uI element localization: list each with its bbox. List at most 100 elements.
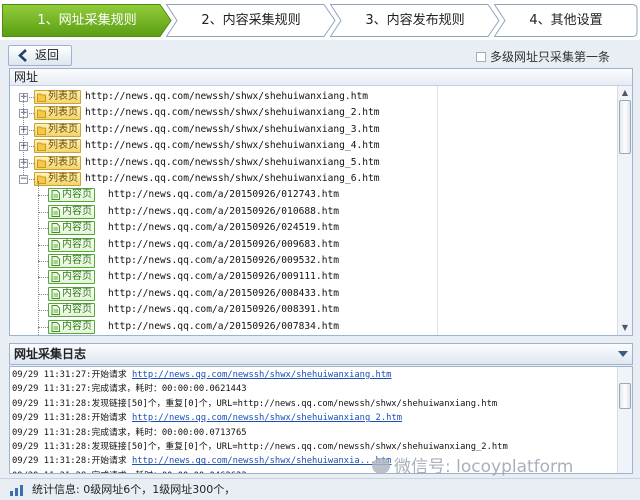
content-page-tag-label: 内容页 — [62, 287, 92, 299]
list-page-url: http://news.qq.com/newssh/shwx/shehuiwan… — [85, 140, 380, 152]
content-page-row[interactable]: 内容页 http://news.qq.com/a/20150926/012743.… — [10, 187, 435, 203]
log-text: 09/29 11:31:28:开始请求 — [12, 456, 132, 467]
url-tree: + 列表页 http://news.qq.com/newssh/shwx/shehu… — [10, 86, 618, 335]
document-icon — [51, 239, 60, 250]
watermark-text: 微信号: locoyplatform — [394, 457, 574, 477]
content-page-tag-label: 内容页 — [62, 255, 92, 266]
only-first-option[interactable]: 多级网址只采集第一条 — [475, 48, 610, 65]
folder-icon — [37, 126, 46, 135]
back-button-label: 返回 — [35, 48, 60, 62]
content-page-row[interactable]: 内容页 http://news.qq.com/a/20150926/007834.… — [10, 319, 435, 335]
log-line: 09/29 11:31:28:完成请求，耗时：00:00:00.0713765 — [12, 426, 247, 440]
content-page-tag: 内容页 — [48, 188, 95, 203]
log-panel-title: 网址采集日志 — [14, 347, 87, 361]
step-label: 4、其他设置 — [529, 13, 603, 28]
log-link[interactable]: http://news.qq.com/newssh/shwx/shehuiwan… — [132, 370, 392, 380]
content-page-tag: 内容页 — [48, 254, 95, 268]
list-page-url: http://news.qq.com/newssh/shwx/shehuiwan… — [85, 123, 380, 135]
log-text: 09/29 11:31:27:完成请求，耗时：00:00:00.0621443 — [12, 384, 247, 395]
log-link[interactable]: http://news.qq.com/newssh/shwx/shehuiwan… — [132, 456, 392, 466]
url-panel-header: 网址 — [10, 69, 632, 86]
step-other-settings[interactable]: 4、其他设置 — [494, 4, 638, 37]
collapse-toggle-icon[interactable]: − — [19, 175, 28, 184]
step-label: 2、内容采集规则 — [201, 13, 301, 28]
step-label: 1、网址采集规则 — [37, 13, 137, 28]
content-page-row[interactable]: 内容页 http://news.qq.com/a/20150926/024519.… — [10, 220, 435, 236]
log-line: 09/29 11:31:28:开始请求 http://news.qq.com/n… — [12, 411, 402, 425]
content-page-row[interactable]: 内容页 http://news.qq.com/a/20150926/008433.… — [10, 286, 435, 302]
document-icon — [51, 305, 60, 316]
document-icon — [51, 206, 60, 217]
tree-connector — [38, 181, 39, 335]
tree-connector — [38, 244, 48, 246]
content-page-row[interactable]: 内容页 http://news.qq.com/a/20150926/009532.… — [10, 253, 435, 269]
list-page-row[interactable]: + 列表页 http://news.qq.com/newssh/shwx/shehu… — [10, 89, 435, 105]
content-page-tag: 内容页 — [48, 237, 95, 252]
content-page-row[interactable]: 内容页 http://news.qq.com/a/20150926/008391.… — [10, 302, 435, 318]
content-page-row[interactable]: 内容页 http://news.qq.com/a/20150926/010688.… — [10, 204, 435, 220]
content-page-tag-label: 内容页 — [62, 222, 92, 234]
content-page-tag-label: 内容页 — [62, 238, 92, 250]
toolbar: 返回 多级网址只采集第一条 — [0, 42, 640, 68]
list-page-row[interactable]: − 列表页 http://news.qq.com/newssh/shwx/shehu… — [10, 171, 435, 187]
scroll-thumb[interactable] — [619, 383, 631, 409]
column-divider — [437, 86, 438, 335]
scroll-down-icon[interactable]: ▼ — [620, 323, 630, 333]
step-wizard: 1、网址采集规则 2、内容采集规则 3、内容发布规则 4、其他设置 — [0, 0, 640, 40]
list-page-row[interactable]: + 列表页 http://news.qq.com/newssh/shwx/shehu… — [10, 138, 435, 154]
content-page-tag-label: 内容页 — [62, 189, 92, 201]
folder-icon — [37, 93, 46, 102]
document-icon — [51, 272, 60, 283]
wechat-icon — [372, 458, 390, 474]
list-page-tag-label: 列表页 — [48, 123, 78, 135]
content-page-row[interactable]: 内容页 http://news.qq.com/a/20150926/009683.… — [10, 237, 435, 253]
step-publish-rules[interactable]: 3、内容发布规则 — [330, 4, 500, 37]
tree-connector — [38, 211, 48, 213]
log-link[interactable]: http://news.qq.com/newssh/shwx/shehuiwan… — [132, 413, 402, 423]
back-button[interactable]: 返回 — [8, 45, 72, 66]
list-page-row[interactable]: + 列表页 http://news.qq.com/newssh/shwx/shehu… — [10, 122, 435, 138]
log-text: 09/29 11:31:28:发现链接[50]个，重复[0]个，URL=http… — [12, 442, 508, 452]
scroll-up-icon[interactable]: ▲ — [620, 88, 630, 98]
url-tree-scrollbar[interactable]: ▲ ▼ — [617, 86, 632, 335]
only-first-checkbox[interactable] — [475, 52, 486, 62]
content-page-url: http://news.qq.com/a/20150926/024519.htm — [108, 222, 340, 234]
tree-connector — [38, 310, 48, 312]
step-url-rules[interactable]: 1、网址采集规则 — [2, 4, 172, 37]
content-page-url: http://news.qq.com/a/20150926/008391.htm — [108, 304, 340, 316]
list-page-tag-label: 列表页 — [48, 107, 78, 119]
content-page-tag: 内容页 — [48, 286, 95, 301]
list-page-url: http://news.qq.com/newssh/shwx/shehuiwan… — [85, 107, 380, 119]
document-icon — [51, 190, 60, 201]
document-icon — [51, 321, 60, 332]
tree-connector — [23, 93, 24, 175]
back-chevron-icon — [18, 49, 27, 62]
step-content-rules[interactable]: 2、内容采集规则 — [166, 4, 336, 37]
log-text: 09/29 11:31:28:完成请求，耗时：00:00:00.0713765 — [12, 427, 247, 438]
list-page-row[interactable]: + 列表页 http://news.qq.com/newssh/shwx/shehu… — [10, 105, 435, 121]
log-scrollbar[interactable] — [617, 367, 632, 473]
log-panel-header[interactable]: 网址采集日志 — [9, 343, 633, 365]
content-page-tag-label: 内容页 — [62, 304, 92, 316]
document-icon — [51, 256, 60, 266]
status-bar: 统计信息: 0级网址6个，1级网址300个， — [0, 478, 640, 500]
watermark: 微信号: locoyplatform — [372, 452, 573, 477]
content-page-row[interactable]: 内容页 http://news.qq.com/a/20150926/009111.… — [10, 269, 435, 285]
stats-icon — [10, 485, 23, 496]
list-page-tag: 列表页 — [34, 139, 81, 154]
tree-connector — [38, 195, 48, 197]
content-page-url: http://news.qq.com/a/20150926/009532.htm — [108, 255, 340, 266]
content-page-url: http://news.qq.com/a/20150926/010688.htm — [108, 205, 340, 217]
log-line: 09/29 11:31:27:开始请求 http://news.qq.com/n… — [12, 368, 391, 382]
collapse-arrow-icon[interactable] — [618, 351, 628, 357]
list-page-tag-label: 列表页 — [48, 91, 78, 102]
log-text: 09/29 11:31:28:完成请求，耗时：00:00:00.0462623 — [12, 471, 247, 473]
list-page-row[interactable]: + 列表页 http://news.qq.com/newssh/shwx/shehu… — [10, 155, 435, 171]
list-page-tag-label: 列表页 — [48, 173, 78, 184]
content-page-tag-label: 内容页 — [62, 320, 92, 332]
content-page-tag: 内容页 — [48, 270, 95, 285]
scroll-thumb[interactable] — [619, 100, 631, 154]
list-page-url: http://news.qq.com/newssh/shwx/shehuiwan… — [85, 156, 380, 168]
list-page-url: http://news.qq.com/newssh/shwx/shehuiwan… — [85, 91, 369, 102]
list-page-tag-label: 列表页 — [48, 140, 78, 152]
